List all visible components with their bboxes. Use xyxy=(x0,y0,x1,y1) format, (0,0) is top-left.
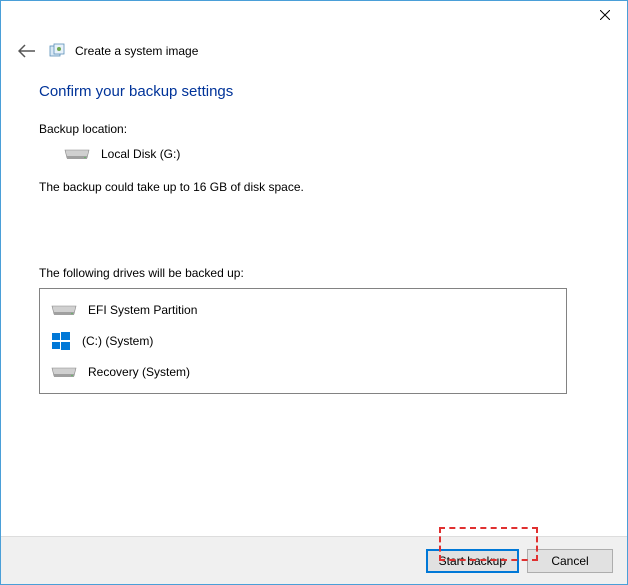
start-backup-button[interactable]: Start backup xyxy=(426,549,519,573)
drives-list: EFI System Partition (C:) (System) xyxy=(39,288,567,394)
page-heading: Confirm your backup settings xyxy=(39,83,567,100)
close-icon xyxy=(600,10,610,20)
backup-location-label: Backup location: xyxy=(39,122,567,136)
list-item: Recovery (System) xyxy=(40,357,566,387)
size-estimate-text: The backup could take up to 16 GB of dis… xyxy=(39,180,567,194)
wizard-title: Create a system image xyxy=(75,44,198,58)
titlebar xyxy=(1,1,627,31)
list-item: EFI System Partition xyxy=(40,295,566,325)
back-arrow-icon xyxy=(18,44,36,58)
system-image-icon xyxy=(49,43,65,59)
back-button[interactable] xyxy=(15,39,39,63)
windows-logo-icon xyxy=(50,332,72,350)
backup-location-value: Local Disk (G:) xyxy=(101,147,180,161)
hard-drive-icon xyxy=(50,364,78,380)
hard-drive-icon xyxy=(50,302,78,318)
cancel-button[interactable]: Cancel xyxy=(527,549,613,573)
drive-label: EFI System Partition xyxy=(88,303,197,317)
backup-location-row: Local Disk (G:) xyxy=(39,146,567,162)
drive-label: (C:) (System) xyxy=(82,334,153,348)
drive-label: Recovery (System) xyxy=(88,365,190,379)
drives-list-label: The following drives will be backed up: xyxy=(39,266,567,280)
content-area: Confirm your backup settings Backup loca… xyxy=(1,63,627,394)
hard-drive-icon xyxy=(63,146,91,162)
header-row: Create a system image xyxy=(1,31,627,63)
list-item: (C:) (System) xyxy=(40,325,566,357)
close-button[interactable] xyxy=(582,1,627,29)
footer-bar: Start backup Cancel xyxy=(1,536,627,584)
